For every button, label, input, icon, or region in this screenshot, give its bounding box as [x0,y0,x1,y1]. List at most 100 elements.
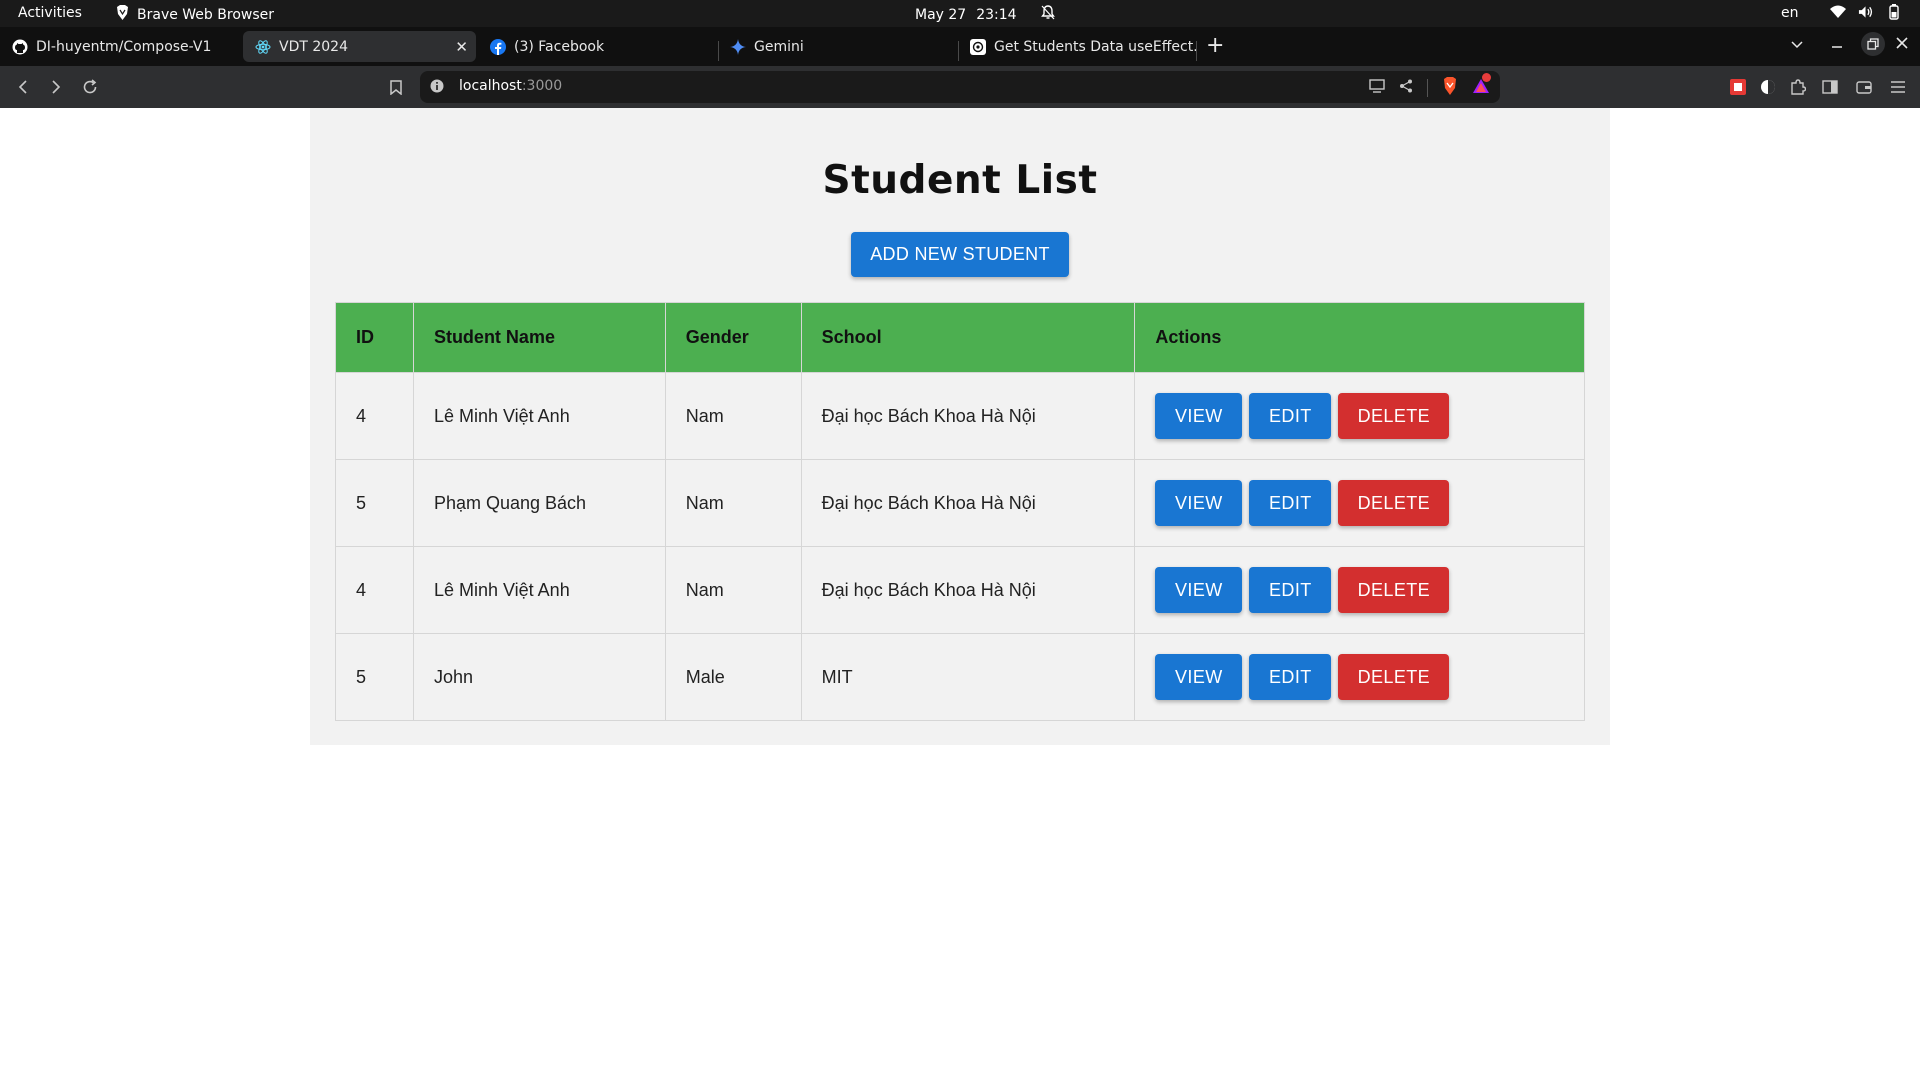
cell-gender: Male [664,633,802,721]
url-port: :3000 [521,78,563,94]
divider [1427,79,1428,97]
clock-time: 23:14 [976,6,1017,23]
notification-bell-icon [1040,5,1055,24]
tab-title: Get Students Data useEffect. [994,38,1198,55]
edit-button[interactable]: EDIT [1249,567,1332,613]
column-header-id: ID [335,302,414,373]
system-top-bar: Activities Brave Web Browser May 27 23:1… [0,0,1920,27]
column-header-school: School [800,302,1136,373]
new-tab-plus-icon[interactable]: + [1206,35,1224,57]
menu-hamburger-icon[interactable] [1889,78,1907,96]
wifi-icon [1830,3,1846,21]
table-row: 5 Phạm Quang Bách Nam Đại học Bách Khoa … [335,459,1585,547]
table-row: 4 Lê Minh Việt Anh Nam Đại học Bách Khoa… [335,372,1585,460]
view-button[interactable]: VIEW [1155,393,1243,439]
app-menu[interactable]: Brave Web Browser [116,5,274,24]
tab-chatgpt[interactable]: Get Students Data useEffect. [958,31,1198,62]
view-button[interactable]: VIEW [1155,480,1243,526]
cast-icon[interactable] [1369,79,1385,97]
cell-school: MIT [800,633,1136,721]
view-button[interactable]: VIEW [1155,567,1243,613]
rewards-badge [1482,73,1491,82]
gemini-icon [730,38,746,55]
tab-vdt-2024[interactable]: VDT 2024 ✕ [243,31,476,62]
restore-window-icon[interactable] [1861,32,1885,56]
brave-shields-icon[interactable] [1442,77,1458,99]
brave-lion-icon [116,5,129,24]
tab-title: VDT 2024 [279,38,348,55]
activities-button[interactable]: Activities [18,5,82,21]
tab-title: (3) Facebook [514,38,605,55]
cell-actions: VIEW EDIT DELETE [1134,633,1585,721]
brave-rewards-icon[interactable] [1472,73,1491,98]
volume-icon [1858,3,1874,21]
bookmark-icon[interactable] [386,77,406,97]
forward-arrow-icon[interactable] [46,77,66,97]
cell-student-name: Lê Minh Việt Anh [412,546,666,634]
tab-github[interactable]: DI-huyentm/Compose-V1 [0,31,240,62]
table-body: 4 Lê Minh Việt Anh Nam Đại học Bách Khoa… [335,372,1585,721]
cell-student-name: Lê Minh Việt Anh [412,372,666,460]
delete-button[interactable]: DELETE [1338,567,1450,613]
delete-button[interactable]: DELETE [1338,480,1450,526]
cell-id: 5 [335,459,414,547]
url-host: localhost [459,78,522,94]
github-icon [12,39,28,55]
cell-school: Đại học Bách Khoa Hà Nội [800,372,1136,460]
close-tab-icon[interactable]: ✕ [455,38,468,56]
close-window-icon[interactable] [1896,37,1908,53]
clock[interactable]: May 27 23:14 [915,5,1055,24]
table-row: 5 John Male MIT VIEW EDIT DELETE [335,633,1585,721]
delete-button[interactable]: DELETE [1338,393,1450,439]
extension-red-icon[interactable] [1729,78,1747,96]
tab-title: Gemini [754,38,804,55]
react-icon [255,39,271,55]
url-text: localhost:3000 [459,78,562,94]
chatgpt-icon [970,38,986,55]
tab-facebook[interactable]: (3) Facebook [478,31,718,62]
column-header-student-name: Student Name [412,302,666,373]
browser-toolbar: localhost:3000 [0,66,1920,108]
reload-icon[interactable] [80,77,100,97]
sidebar-toggle-icon[interactable] [1821,78,1839,96]
dark-reader-icon[interactable] [1759,78,1777,96]
students-table: ID Student Name Gender School Actions 4 … [335,302,1585,721]
tab-strip: DI-huyentm/Compose-V1 VDT 2024 ✕ (3) Fac… [0,27,1920,66]
battery-icon [1886,3,1902,21]
cell-id: 5 [335,633,414,721]
extensions-puzzle-icon[interactable] [1789,78,1807,96]
back-arrow-icon[interactable] [13,77,33,97]
language-indicator[interactable]: en [1781,5,1799,21]
add-new-student-button[interactable]: ADD NEW STUDENT [851,232,1069,277]
address-bar[interactable]: localhost:3000 [420,71,1500,103]
cell-id: 4 [335,372,414,460]
tab-search-chevron-icon[interactable] [1791,37,1803,53]
system-tray[interactable] [1830,3,1902,21]
cell-id: 4 [335,546,414,634]
edit-button[interactable]: EDIT [1249,393,1332,439]
student-list-container: Student List ADD NEW STUDENT ID Student … [310,108,1610,745]
app-name: Brave Web Browser [137,6,274,23]
address-bar-actions [1369,73,1491,99]
wallet-icon[interactable] [1855,78,1873,96]
share-icon[interactable] [1399,79,1413,97]
facebook-icon [490,38,506,55]
cell-student-name: Phạm Quang Bách [412,459,666,547]
edit-button[interactable]: EDIT [1249,480,1332,526]
table-header-row: ID Student Name Gender School Actions [335,302,1585,373]
cell-school: Đại học Bách Khoa Hà Nội [800,459,1136,547]
column-header-gender: Gender [664,302,802,373]
site-info-icon[interactable] [430,79,444,97]
cell-actions: VIEW EDIT DELETE [1134,372,1585,460]
tab-title: DI-huyentm/Compose-V1 [36,38,212,55]
delete-button[interactable]: DELETE [1338,654,1450,700]
cell-school: Đại học Bách Khoa Hà Nội [800,546,1136,634]
tab-separator [1196,41,1197,61]
clock-date: May 27 [915,6,967,23]
cell-gender: Nam [664,372,802,460]
edit-button[interactable]: EDIT [1249,654,1332,700]
page-title: Student List [822,158,1098,203]
tab-gemini[interactable]: Gemini [718,31,958,62]
view-button[interactable]: VIEW [1155,654,1243,700]
minimize-window-icon[interactable] [1831,37,1843,53]
